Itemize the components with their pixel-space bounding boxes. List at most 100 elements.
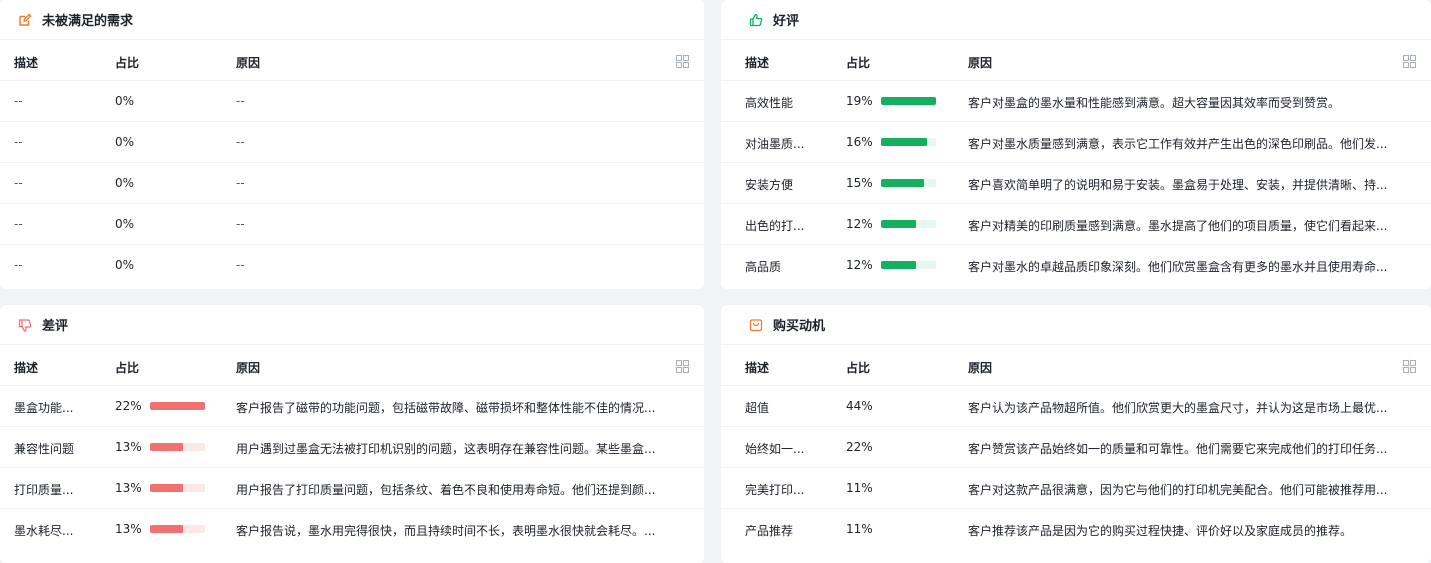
good-reviews-panel: 好评 描述 占比 原因 高效性能 19% 客户对墨盒的墨水量和性能感到满意。超大容量… xyxy=(721,0,1431,289)
row-pct: 44% xyxy=(846,399,873,413)
purchase-motives-panel: 购买动机 描述 占比 原因 超值 44% 客户认为该产品物超所值。他们欣赏更大的墨盒… xyxy=(721,305,1431,563)
column-reason: 原因 xyxy=(236,361,261,375)
percent-bar xyxy=(881,97,936,105)
row-reason: -- xyxy=(236,258,245,272)
row-pct: 11% xyxy=(846,481,873,495)
bad-reviews-panel: 差评 描述 占比 原因 墨盒功能... 22% 客户报告了磁带的功能问题，包括磁带故… xyxy=(0,305,704,563)
row-reason: 客户对精美的印刷质量感到满意。墨水提高了他们的项目质量，使它们看起来... xyxy=(968,219,1388,233)
percent-bar-fill xyxy=(150,443,183,451)
row-pct: 19% xyxy=(846,94,873,108)
grid-icon[interactable] xyxy=(676,360,689,373)
column-desc: 描述 xyxy=(14,56,39,70)
shopping-bag-icon xyxy=(748,317,764,333)
row-reason: 用户遇到过墨盒无法被打印机识别的问题，这表明存在兼容性问题。某些墨盒... xyxy=(236,442,656,456)
percent-bar xyxy=(150,525,205,533)
row-pct: 0% xyxy=(115,176,135,190)
row-reason: 客户赞赏该产品始终如一的质量和可靠性。他们需要它来完成他们的打印任务... xyxy=(968,442,1388,456)
row-reason: 客户报告了磁带的功能问题，包括磁带故障、磁带损坏和整体性能不佳的情况... xyxy=(236,401,656,415)
bad-reviews-header: 差评 xyxy=(0,305,704,345)
row-reason: 客户推荐该产品是因为它的购买过程快捷、评价好以及家庭成员的推荐。 xyxy=(968,524,1353,538)
purchase-motives-column-header: 描述 占比 原因 xyxy=(721,345,1431,386)
table-row: 产品推荐 11% 客户推荐该产品是因为它的购买过程快捷、评价好以及家庭成员的推荐。 xyxy=(721,509,1431,550)
table-row: -- 0% -- xyxy=(0,163,704,204)
percent-bar-fill xyxy=(150,525,183,533)
table-row: 高品质 12% 客户对墨水的卓越品质印象深刻。他们欣赏墨盒含有更多的墨水并且使用寿命… xyxy=(721,245,1431,286)
row-desc: 兼容性问题 xyxy=(14,442,75,456)
percent-bar-fill xyxy=(150,484,183,492)
good-reviews-column-header: 描述 占比 原因 xyxy=(721,40,1431,81)
table-row: -- 0% -- xyxy=(0,204,704,245)
row-reason: -- xyxy=(236,94,245,108)
table-row: 出色的打... 12% 客户对精美的印刷质量感到满意。墨水提高了他们的项目质量，使它… xyxy=(721,204,1431,245)
row-pct: 13% xyxy=(115,522,142,536)
bad-reviews-rows: 墨盒功能... 22% 客户报告了磁带的功能问题，包括磁带故障、磁带损坏和整体性能不… xyxy=(0,386,704,550)
percent-bar xyxy=(881,179,936,187)
percent-bar-fill xyxy=(881,220,916,228)
column-pct[interactable]: 占比 xyxy=(115,359,139,376)
table-row: 高效性能 19% 客户对墨盒的墨水量和性能感到满意。超大容量因其效率而受到赞赏。 xyxy=(721,81,1431,122)
purchase-motives-header: 购买动机 xyxy=(721,305,1431,345)
row-desc: -- xyxy=(14,258,23,272)
table-row: 安装方便 15% 客户喜欢简单明了的说明和易于安装。墨盒易于处理、安装，并提供清晰、… xyxy=(721,163,1431,204)
good-reviews-header: 好评 xyxy=(721,0,1431,40)
table-row: -- 0% -- xyxy=(0,122,704,163)
unmet-needs-column-header: 描述 占比 原因 xyxy=(0,40,704,81)
unmet-needs-panel: 未被满足的需求 描述 占比 原因 -- 0% -- -- 0% -- -- 0% -- --… xyxy=(0,0,704,289)
column-desc: 描述 xyxy=(745,56,770,70)
percent-bar xyxy=(881,261,936,269)
table-row: 打印质量... 13% 用户报告了打印质量问题，包括条纹、着色不良和使用寿命短。他们… xyxy=(0,468,704,509)
percent-bar xyxy=(150,443,205,451)
column-pct[interactable]: 占比 xyxy=(846,54,870,71)
row-pct: 13% xyxy=(115,481,142,495)
thumbs-down-icon xyxy=(17,317,33,333)
row-desc: -- xyxy=(14,217,23,231)
row-reason: 客户对墨水的卓越品质印象深刻。他们欣赏墨盒含有更多的墨水并且使用寿命... xyxy=(968,260,1388,274)
percent-bar xyxy=(881,138,936,146)
grid-icon[interactable] xyxy=(1403,55,1416,68)
row-desc: 产品推荐 xyxy=(745,524,794,538)
column-reason: 原因 xyxy=(968,361,993,375)
percent-bar xyxy=(150,402,205,410)
row-pct: 22% xyxy=(846,440,873,454)
purchase-motives-rows: 超值 44% 客户认为该产品物超所值。他们欣赏更大的墨盒尺寸，并认为这是市场上最优.… xyxy=(721,386,1431,550)
column-pct[interactable]: 占比 xyxy=(115,54,139,71)
row-pct: 0% xyxy=(115,258,135,272)
bad-reviews-title: 差评 xyxy=(42,319,69,334)
unmet-needs-header: 未被满足的需求 xyxy=(0,0,704,40)
row-pct: 12% xyxy=(846,217,873,231)
good-reviews-title: 好评 xyxy=(773,14,800,29)
row-reason: 客户报告说，墨水用完得很快，而且持续时间不长，表明墨水很快就会耗尽。... xyxy=(236,524,656,538)
grid-icon[interactable] xyxy=(676,55,689,68)
row-desc: -- xyxy=(14,94,23,108)
table-row: 超值 44% 客户认为该产品物超所值。他们欣赏更大的墨盒尺寸，并认为这是市场上最优.… xyxy=(721,386,1431,427)
table-row: 对油墨质... 16% 客户对墨水质量感到满意，表示它工作有效并产生出色的深色印刷品… xyxy=(721,122,1431,163)
row-pct: 0% xyxy=(115,94,135,108)
table-row: 墨盒功能... 22% 客户报告了磁带的功能问题，包括磁带故障、磁带损坏和整体性能不… xyxy=(0,386,704,427)
column-pct[interactable]: 占比 xyxy=(846,359,870,376)
row-pct: 11% xyxy=(846,522,873,536)
unmet-needs-rows: -- 0% -- -- 0% -- -- 0% -- -- 0% -- -- 0% -- xyxy=(0,81,704,286)
percent-bar xyxy=(881,220,936,228)
table-row: 始终如一... 22% 客户赞赏该产品始终如一的质量和可靠性。他们需要它来完成他们的… xyxy=(721,427,1431,468)
row-pct: 0% xyxy=(115,135,135,149)
thumbs-up-icon xyxy=(748,12,764,28)
grid-icon[interactable] xyxy=(1403,360,1416,373)
edit-icon xyxy=(17,12,33,28)
good-reviews-rows: 高效性能 19% 客户对墨盒的墨水量和性能感到满意。超大容量因其效率而受到赞赏。 对… xyxy=(721,81,1431,286)
row-desc: 超值 xyxy=(745,401,770,415)
row-reason: -- xyxy=(236,217,245,231)
column-reason: 原因 xyxy=(968,56,993,70)
row-pct: 15% xyxy=(846,176,873,190)
row-reason: 客户认为该产品物超所值。他们欣赏更大的墨盒尺寸，并认为这是市场上最优... xyxy=(968,401,1388,415)
percent-bar xyxy=(150,484,205,492)
row-reason: 客户对这款产品很满意，因为它与他们的打印机完美配合。他们可能被推荐用... xyxy=(968,483,1388,497)
row-reason: -- xyxy=(236,135,245,149)
row-desc: 墨盒功能... xyxy=(14,401,74,415)
row-pct: 12% xyxy=(846,258,873,272)
column-desc: 描述 xyxy=(14,361,39,375)
table-row: 兼容性问题 13% 用户遇到过墨盒无法被打印机识别的问题，这表明存在兼容性问题。某些… xyxy=(0,427,704,468)
row-desc: 始终如一... xyxy=(745,442,805,456)
row-desc: 安装方便 xyxy=(745,178,794,192)
row-desc: 出色的打... xyxy=(745,219,805,233)
percent-bar-fill xyxy=(881,138,928,146)
